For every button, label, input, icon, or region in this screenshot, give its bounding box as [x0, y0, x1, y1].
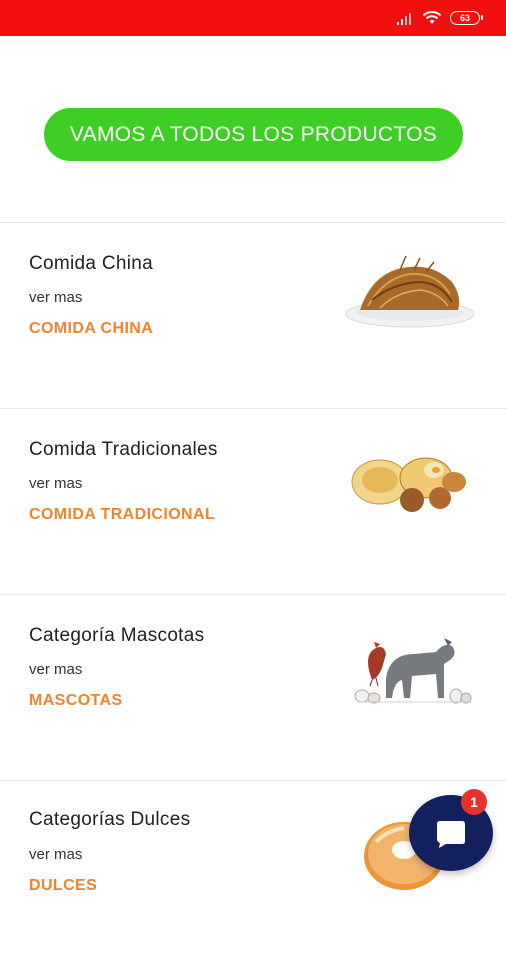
chat-bubble-icon — [437, 821, 465, 848]
category-link[interactable]: MASCOTAS — [29, 692, 123, 710]
category-link[interactable]: COMIDA TRADICIONAL — [29, 506, 215, 524]
wifi-icon — [422, 11, 442, 24]
category-title: Comida China — [29, 253, 153, 274]
see-more-link[interactable]: ver mas — [29, 289, 82, 306]
chat-badge-count: 1 — [470, 794, 478, 810]
battery-icon: 63 — [450, 11, 483, 25]
category-link[interactable]: DULCES — [29, 877, 97, 895]
all-products-label: VAMOS A TODOS LOS PRODUCTOS — [69, 122, 438, 146]
traditional-food-image — [351, 457, 466, 512]
see-more-link[interactable]: ver mas — [29, 661, 82, 678]
status-icons: 63 — [396, 11, 483, 25]
see-more-link[interactable]: ver mas — [29, 846, 82, 863]
see-more-link[interactable]: ver mas — [29, 475, 82, 492]
category-link[interactable]: COMIDA CHINA — [29, 320, 153, 338]
fried-noodles-image — [345, 255, 475, 328]
battery-level: 63 — [459, 13, 470, 23]
category-comida-tradicional[interactable]: Comida Tradicionales ver mas COMIDA TRAD… — [0, 408, 506, 595]
signal-icon — [397, 12, 411, 25]
cta-section: VAMOS A TODOS LOS PRODUCTOS — [0, 36, 506, 223]
pets-image — [354, 638, 472, 704]
category-mascotas[interactable]: Categoría Mascotas ver mas MASCOTAS — [0, 594, 506, 781]
all-products-button[interactable]: VAMOS A TODOS LOS PRODUCTOS — [44, 108, 463, 161]
status-bar: 63 — [0, 0, 506, 36]
category-title: Categorías Dulces — [29, 809, 191, 830]
category-title: Categoría Mascotas — [29, 625, 205, 646]
chat-notification-badge: 1 — [461, 789, 487, 815]
category-title: Comida Tradicionales — [29, 439, 218, 460]
category-comida-china[interactable]: Comida China ver mas COMIDA CHINA — [0, 222, 506, 409]
